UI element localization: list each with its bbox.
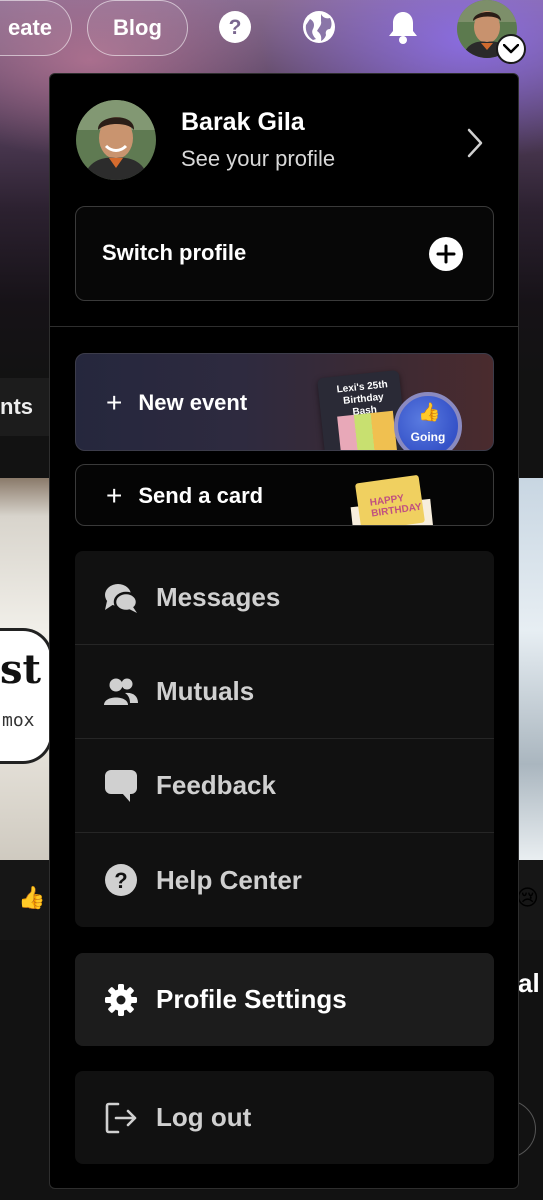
profile-name: Barak Gila (181, 108, 305, 136)
svg-text:?: ? (114, 868, 127, 893)
menu-item-feedback[interactable]: Feedback (75, 739, 494, 833)
menu-item-label: Mutuals (156, 676, 255, 706)
birthday-card-illustration: HAPPY BIRTHDAY (354, 474, 426, 525)
menu-divider (50, 326, 518, 327)
profile-settings-label: Profile Settings (156, 984, 347, 1014)
background-text: al (518, 968, 540, 998)
plus-circle-icon (429, 237, 463, 271)
background-card-left: st mox (0, 478, 53, 860)
page: eate Blog ? nts st mox 👍 😢 al Barak Gila… (0, 0, 543, 1200)
going-badge: 👍 Going (394, 392, 462, 450)
create-button[interactable]: eate (0, 0, 72, 56)
menu-item-mutuals[interactable]: Mutuals (75, 645, 494, 739)
create-button-label: eate (7, 15, 53, 40)
log-out-button[interactable]: Log out (75, 1071, 494, 1164)
menu-item-label: Help Center (156, 864, 302, 895)
profile-settings-button[interactable]: Profile Settings (75, 953, 494, 1046)
blog-button[interactable]: Blog (87, 0, 188, 56)
help-circle-icon: ? (103, 862, 139, 898)
switch-profile-button[interactable]: Switch profile (75, 206, 494, 301)
gear-icon (103, 982, 139, 1018)
menu-item-messages[interactable]: Messages (75, 551, 494, 645)
plus-icon: + (106, 387, 123, 418)
event-card-illustration: Lexi's 25th Birthday Bash (317, 369, 407, 450)
new-event-label: New event (138, 390, 248, 415)
send-card-label-group: + Send a card (106, 480, 263, 512)
send-card-button[interactable]: + Send a card HAPPY BIRTHDAY (75, 464, 494, 526)
chevron-down-icon[interactable] (496, 34, 526, 64)
globe-icon[interactable] (300, 8, 338, 46)
help-icon[interactable]: ? (216, 8, 254, 46)
card-subtext: mox (2, 710, 35, 731)
switch-profile-label: Switch profile (102, 240, 247, 265)
chevron-right-icon (462, 126, 488, 160)
profile-dropdown-menu: Barak Gila See your profile Switch profi… (49, 73, 519, 1189)
new-event-button[interactable]: + New event Lexi's 25th Birthday Bash 👍 … (75, 353, 494, 451)
birthday-card-text: HAPPY BIRTHDAY (369, 493, 423, 520)
feedback-icon (103, 768, 139, 804)
log-out-icon (103, 1100, 139, 1136)
card-text: st (0, 646, 41, 693)
thumbs-up-icon: 👍 (418, 402, 441, 422)
event-card-graphic (337, 410, 398, 450)
profile-avatar (76, 100, 156, 180)
mutuals-icon (103, 674, 139, 710)
new-event-label-group: + New event (106, 387, 247, 419)
messages-icon (103, 580, 139, 616)
menu-item-label: Feedback (156, 770, 276, 800)
profile-subtitle: See your profile (181, 146, 336, 171)
blog-button-label: Blog (113, 15, 162, 40)
sad-face-icon: 😢 (516, 885, 539, 910)
log-out-label: Log out (156, 1102, 252, 1132)
menu-list: Messages Mutuals Feedback ? Help Center (75, 551, 494, 927)
profile-link[interactable]: Barak Gila See your profile (50, 74, 518, 204)
menu-item-label: Messages (156, 582, 281, 612)
send-card-label: Send a card (138, 483, 264, 508)
thumbs-up-icon: 👍 (18, 885, 46, 910)
menu-item-help-center[interactable]: ? Help Center (75, 833, 494, 927)
bell-icon[interactable] (384, 8, 422, 46)
background-card-right (518, 478, 543, 860)
background-tab-label: nts (0, 394, 33, 419)
plus-icon: + (106, 480, 123, 511)
svg-text:?: ? (229, 16, 242, 39)
going-label: Going (410, 430, 446, 444)
